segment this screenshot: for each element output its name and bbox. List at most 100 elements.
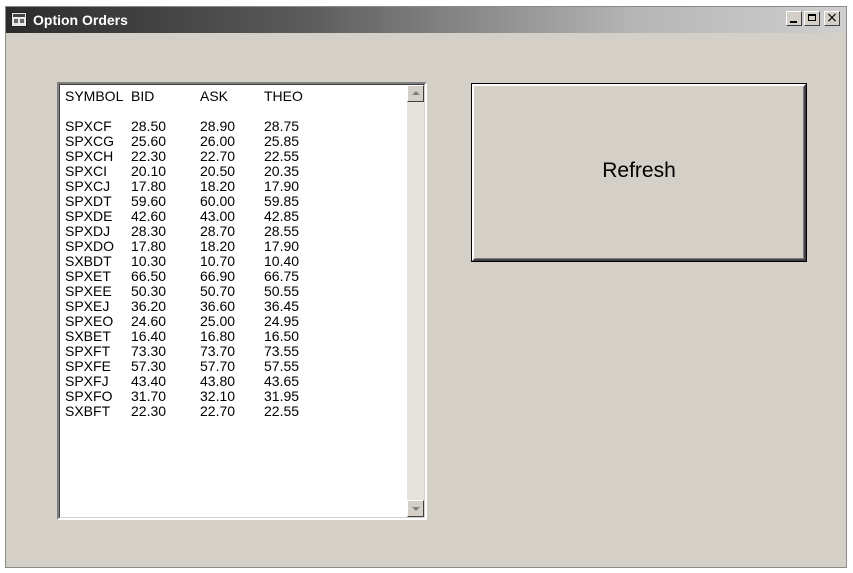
list-item[interactable]: SXBET 16.40 16.80 16.50	[64, 329, 399, 344]
list-item[interactable]: SPXCG 25.60 26.00 25.85	[64, 134, 399, 149]
list-item[interactable]: SPXET 66.50 66.90 66.75	[64, 269, 399, 284]
header-ask: ASK	[200, 88, 229, 104]
cell-theo: 22.55	[264, 403, 300, 419]
cell-symbol: SPXCI	[65, 163, 108, 179]
list-item[interactable]: SPXCF 28.50 28.90 28.75	[64, 119, 399, 134]
list-item[interactable]: SPXDT 59.60 60.00 59.85	[64, 194, 399, 209]
cell-theo: 10.40	[264, 253, 300, 269]
list-content: SYMBOL BID ASK THEO SPXCF 28.50 28.90 28.75…	[64, 89, 399, 419]
cell-bid: 31.70	[131, 388, 167, 404]
cell-symbol: SPXEO	[65, 313, 114, 329]
cell-theo: 36.45	[264, 298, 300, 314]
cell-bid: 20.10	[131, 163, 167, 179]
cell-theo: 50.55	[264, 283, 300, 299]
cell-symbol: SPXEJ	[65, 298, 110, 314]
cell-theo: 22.55	[264, 148, 300, 164]
cell-theo: 42.85	[264, 208, 300, 224]
list-item[interactable]: SPXFE 57.30 57.70 57.55	[64, 359, 399, 374]
listbox-frame: SYMBOL BID ASK THEO SPXCF 28.50 28.90 28.75…	[59, 84, 425, 518]
cell-theo: 17.90	[264, 178, 300, 194]
cell-symbol: SPXCJ	[65, 178, 111, 194]
close-button[interactable]: ×	[824, 10, 840, 26]
cell-ask: 22.70	[200, 403, 236, 419]
cell-ask: 18.20	[200, 238, 236, 254]
cell-ask: 18.20	[200, 178, 236, 194]
scroll-down-button[interactable]	[407, 500, 424, 517]
caption-buttons: ×	[786, 10, 840, 26]
cell-ask: 36.60	[200, 298, 236, 314]
arrow-up-icon	[412, 91, 420, 95]
list-item[interactable]: SPXEO 24.60 25.00 24.95	[64, 314, 399, 329]
cell-ask: 32.10	[200, 388, 236, 404]
arrow-down-icon	[412, 507, 420, 511]
app-icon[interactable]	[11, 12, 27, 27]
cell-ask: 28.90	[200, 118, 236, 134]
cell-ask: 25.00	[200, 313, 236, 329]
cell-bid: 28.30	[131, 223, 167, 239]
cell-ask: 57.70	[200, 358, 236, 374]
cell-bid: 22.30	[131, 148, 167, 164]
close-icon: ×	[826, 10, 838, 26]
cell-theo: 24.95	[264, 313, 300, 329]
minimize-button[interactable]	[786, 11, 802, 26]
list-item[interactable]: SXBFT 22.30 22.70 22.55	[64, 404, 399, 419]
cell-symbol: SPXET	[65, 268, 111, 284]
minimize-icon	[790, 21, 797, 23]
list-item[interactable]: SXBDT 10.30 10.70 10.40	[64, 254, 399, 269]
cell-ask: 20.50	[200, 163, 236, 179]
header-row: SYMBOL BID ASK THEO	[64, 89, 399, 104]
cell-symbol: SPXCF	[65, 118, 112, 134]
cell-bid: 10.30	[131, 253, 167, 269]
cell-theo: 20.35	[264, 163, 300, 179]
cell-symbol: SPXDJ	[65, 223, 111, 239]
cell-symbol: SPXDO	[65, 238, 115, 254]
list-item[interactable]: SPXFJ 43.40 43.80 43.65	[64, 374, 399, 389]
cell-bid: 66.50	[131, 268, 167, 284]
list-item[interactable]: SPXFT 73.30 73.70 73.55	[64, 344, 399, 359]
cell-ask: 73.70	[200, 343, 236, 359]
list-item[interactable]: SPXEJ 36.20 36.60 36.45	[64, 299, 399, 314]
header-bid: BID	[131, 88, 155, 104]
refresh-button[interactable]: Refresh	[471, 83, 807, 262]
cell-ask: 16.80	[200, 328, 236, 344]
cell-theo: 66.75	[264, 268, 300, 284]
cell-ask: 22.70	[200, 148, 236, 164]
list-item[interactable]: SPXDJ 28.30 28.70 28.55	[64, 224, 399, 239]
cell-bid: 22.30	[131, 403, 167, 419]
list-item[interactable]: SPXCH 22.30 22.70 22.55	[64, 149, 399, 164]
cell-symbol: SPXCH	[65, 148, 114, 164]
cell-theo: 73.55	[264, 343, 300, 359]
list-item[interactable]: SPXDO 17.80 18.20 17.90	[64, 239, 399, 254]
list-rows: SPXCF 28.50 28.90 28.75 SPXCG 25.60 26.00 25.85…	[64, 119, 399, 419]
list-item[interactable]: SPXDE 42.60 43.00 42.85	[64, 209, 399, 224]
cell-ask: 26.00	[200, 133, 236, 149]
list-item[interactable]: SPXFO 31.70 32.10 31.95	[64, 389, 399, 404]
vertical-scrollbar[interactable]	[407, 85, 424, 517]
cell-bid: 28.50	[131, 118, 167, 134]
cell-symbol: SPXDT	[65, 193, 112, 209]
cell-theo: 59.85	[264, 193, 300, 209]
option-orders-window: Option Orders × SYMBOL BID ASK THEO SPXC…	[5, 6, 847, 568]
cell-bid: 57.30	[131, 358, 167, 374]
option-orders-listbox[interactable]: SYMBOL BID ASK THEO SPXCF 28.50 28.90 28.75…	[57, 82, 427, 520]
title-bar[interactable]: Option Orders ×	[6, 7, 846, 33]
refresh-button-label: Refresh	[602, 159, 676, 182]
list-item[interactable]: SPXEE 50.30 50.70 50.55	[64, 284, 399, 299]
cell-ask: 60.00	[200, 193, 236, 209]
cell-bid: 42.60	[131, 208, 167, 224]
maximize-button[interactable]	[804, 11, 820, 26]
header-theo: THEO	[264, 88, 303, 104]
cell-symbol: SXBET	[65, 328, 111, 344]
cell-theo: 31.95	[264, 388, 300, 404]
list-item[interactable]: SPXCI 20.10 20.50 20.35	[64, 164, 399, 179]
cell-bid: 50.30	[131, 283, 167, 299]
header-symbol: SYMBOL	[65, 88, 124, 104]
scroll-up-button[interactable]	[407, 85, 424, 102]
cell-bid: 73.30	[131, 343, 167, 359]
cell-symbol: SPXFT	[65, 343, 111, 359]
cell-symbol: SPXFJ	[65, 373, 109, 389]
list-item[interactable]: SPXCJ 17.80 18.20 17.90	[64, 179, 399, 194]
cell-ask: 50.70	[200, 283, 236, 299]
cell-symbol: SXBFT	[65, 403, 111, 419]
cell-symbol: SPXEE	[65, 283, 112, 299]
